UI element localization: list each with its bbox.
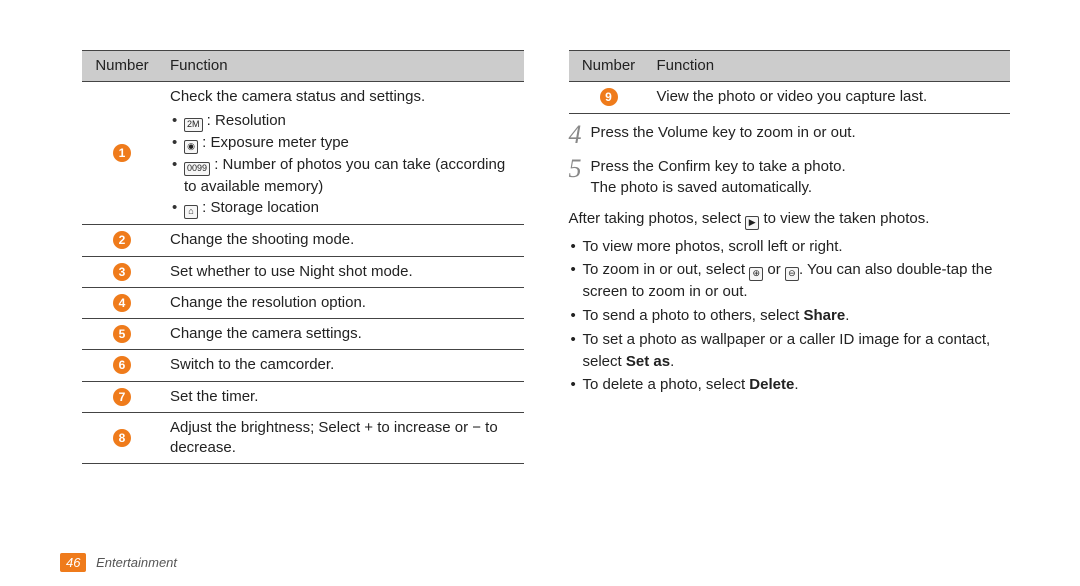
th-number: Number — [82, 51, 160, 82]
storage-location-icon: ⌂ — [184, 205, 198, 219]
number-badge: 5 — [113, 325, 131, 343]
number-badge: 7 — [113, 388, 131, 406]
number-badge: 3 — [113, 263, 131, 281]
row-number-cell: 2 — [82, 225, 160, 256]
step: 5Press the Confirm key to take a photo.T… — [569, 156, 1011, 198]
tips-item: To delete a photo, select Delete. — [569, 374, 1011, 396]
zoom-in-icon: ⊕ — [749, 267, 763, 281]
tips-item: To send a photo to others, select Share. — [569, 305, 1011, 327]
step-number: 4 — [569, 122, 591, 148]
step-text: Press the Volume key to zoom in or out. — [591, 122, 1011, 143]
row-function-cell: Check the camera status and settings. 2M … — [160, 82, 524, 225]
sublist-item-text: : Storage location — [198, 199, 319, 216]
row-function-cell: Adjust the brightness; Select + to incre… — [160, 412, 524, 464]
after-photo-note: After taking photos, select ▶ to view th… — [569, 208, 1011, 230]
step-number: 5 — [569, 156, 591, 182]
table-row: 1 Check the camera status and settings. 2M… — [82, 82, 524, 225]
row-sublist-item: 2M : Resolution — [170, 110, 516, 132]
step: 4Press the Volume key to zoom in or out. — [569, 122, 1011, 148]
row-number-cell: 6 — [82, 350, 160, 381]
row-number-cell: 5 — [82, 319, 160, 350]
sublist-item-text: : Number of photos you can take (accordi… — [184, 156, 505, 195]
table-row: 6 Switch to the camcorder. — [82, 350, 524, 381]
page: Number Function 1 Check the camera status… — [0, 0, 1080, 494]
table-row: 2 Change the shooting mode. — [82, 225, 524, 256]
row-function-cell: Set whether to use Night shot mode. — [160, 256, 524, 287]
resolution-2m-icon: 2M — [184, 118, 203, 132]
row-number-cell: 8 — [82, 412, 160, 464]
row-function-cell: Switch to the camcorder. — [160, 350, 524, 381]
function-table-left: Number Function 1 Check the camera status… — [82, 50, 524, 464]
right-column: Number Function 9 View the photo or video… — [569, 50, 1011, 464]
after-note-lead-a: After taking photos, select — [569, 210, 746, 227]
tips-list: To view more photos, scroll left or righ… — [569, 236, 1011, 397]
row-sublist-item: ◉ : Exposure meter type — [170, 132, 516, 154]
row-function-cell: Change the camera settings. — [160, 319, 524, 350]
remaining-shots-counter-icon: 0099 — [184, 162, 210, 176]
table-row: 8 Adjust the brightness; Select + to incr… — [82, 412, 524, 464]
row-sublist: 2M : Resolution◉ : Exposure meter type00… — [170, 110, 516, 220]
row-function-cell: Change the shooting mode. — [160, 225, 524, 256]
row-sublist-item: 0099 : Number of photos you can take (ac… — [170, 154, 516, 198]
tips-item: To zoom in or out, select ⊕ or ⊖. You ca… — [569, 259, 1011, 303]
row-number-cell: 1 — [82, 82, 160, 225]
sublist-item-text: : Exposure meter type — [198, 134, 349, 151]
row-number-cell: 7 — [82, 381, 160, 412]
row-function-cell: Set the timer. — [160, 381, 524, 412]
table-row: 5 Change the camera settings. — [82, 319, 524, 350]
function-table-right: Number Function 9 View the photo or video… — [569, 50, 1011, 114]
instruction-steps: 4Press the Volume key to zoom in or out.… — [569, 122, 1011, 198]
zoom-out-icon: ⊖ — [785, 267, 799, 281]
number-badge: 8 — [113, 429, 131, 447]
tips-item: To view more photos, scroll left or righ… — [569, 236, 1011, 258]
number-badge: 2 — [113, 231, 131, 249]
page-footer: 46 Entertainment — [60, 553, 177, 572]
action-bold-label: Set as — [626, 353, 670, 370]
row-function-cell: Change the resolution option. — [160, 287, 524, 318]
table-row: 4 Change the resolution option. — [82, 287, 524, 318]
table-row: 9 View the photo or video you capture las… — [569, 82, 1011, 113]
number-badge: 6 — [113, 356, 131, 374]
page-number: 46 — [60, 553, 86, 572]
section-name: Entertainment — [96, 555, 177, 570]
action-bold-label: Share — [803, 307, 845, 324]
sublist-item-text: : Resolution — [203, 112, 286, 129]
step-text: Press the Confirm key to take a photo.Th… — [591, 156, 1011, 198]
after-note-lead-b: to view the taken photos. — [763, 210, 929, 227]
left-column: Number Function 1 Check the camera status… — [82, 50, 524, 464]
exposure-meter-icon: ◉ — [184, 140, 198, 154]
play-icon: ▶ — [745, 216, 759, 230]
row-number-cell: 9 — [569, 82, 647, 113]
row-function-cell: View the photo or video you capture last… — [647, 82, 1011, 113]
table-row: 3 Set whether to use Night shot mode. — [82, 256, 524, 287]
number-badge: 1 — [113, 144, 131, 162]
th-number: Number — [569, 51, 647, 82]
row-number-cell: 4 — [82, 287, 160, 318]
th-function: Function — [160, 51, 524, 82]
row-sublist-item: ⌂ : Storage location — [170, 197, 516, 219]
tips-item: To set a photo as wallpaper or a caller … — [569, 329, 1011, 373]
row-number-cell: 3 — [82, 256, 160, 287]
table-row: 7 Set the timer. — [82, 381, 524, 412]
number-badge: 9 — [600, 88, 618, 106]
th-function: Function — [647, 51, 1011, 82]
number-badge: 4 — [113, 294, 131, 312]
action-bold-label: Delete — [749, 376, 794, 393]
row-lead-text: Check the camera status and settings. — [170, 87, 516, 107]
